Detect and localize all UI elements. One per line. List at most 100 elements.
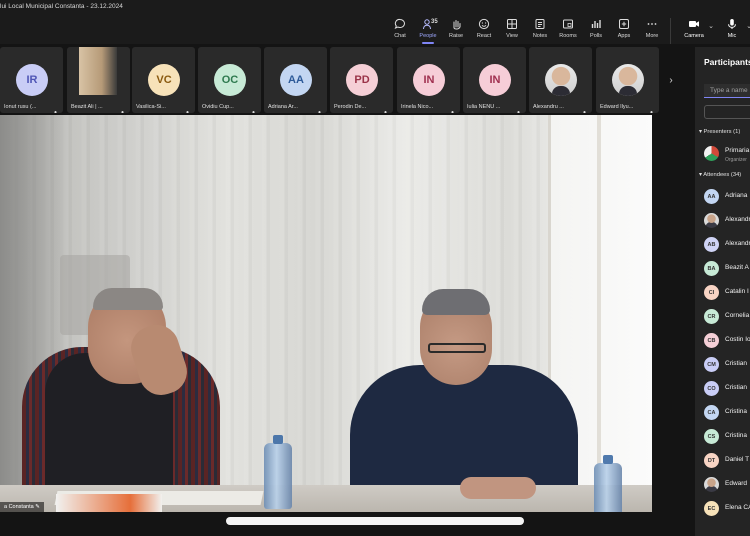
apps-add-icon: [618, 18, 630, 30]
more-label: More: [645, 33, 659, 39]
view-button[interactable]: View: [498, 18, 526, 44]
participant-tile[interactable]: IN Irinela Nico...: [397, 47, 460, 113]
attendee-row[interactable]: CI Catalin I: [704, 285, 750, 302]
attendee-avatar: [704, 477, 719, 492]
video-caption: a Constanta ✎: [0, 502, 44, 512]
participant-tile[interactable]: Beazit Ali | ...: [67, 47, 130, 113]
attendees-header-text: Attendees (34): [703, 172, 742, 178]
invite-field[interactable]: [704, 105, 750, 119]
rooms-button[interactable]: Rooms: [554, 18, 582, 44]
attendee-row[interactable]: CM Cristian: [704, 357, 750, 374]
presenter-row[interactable]: Primaria Organizer: [704, 146, 750, 163]
participant-name: Beazit Ali | ...: [71, 104, 103, 110]
attendee-avatar: DT: [704, 453, 719, 468]
mic-button[interactable]: Mic ⌄: [715, 18, 750, 44]
participant-name: Alexandru ...: [533, 104, 564, 110]
presenter-role: Organizer: [725, 157, 747, 163]
attendee-row[interactable]: AA Adriana: [704, 189, 750, 206]
attendee-name: Alexandr: [725, 240, 750, 247]
raise-label: Raise: [448, 33, 464, 39]
attendee-name: Cornelia: [725, 312, 750, 319]
attendee-row[interactable]: CB Costin Io: [704, 333, 750, 350]
react-button[interactable]: React: [470, 18, 498, 44]
participant-tile[interactable]: Alexandru ...: [529, 47, 592, 113]
notes-label: Notes: [532, 33, 548, 39]
rooms-label: Rooms: [559, 33, 577, 39]
participant-strip: IR Ionut rusu (... Beazit Ali | ... VC Vasil…: [0, 47, 690, 113]
attendee-row[interactable]: DT Daniel T: [704, 453, 750, 470]
speaker-left-hair: [93, 288, 163, 310]
polls-icon: [590, 18, 602, 30]
mic-muted-icon: [120, 104, 125, 113]
participant-tile[interactable]: OC Ovidiu Cup...: [198, 47, 261, 113]
attendee-avatar: CI: [704, 285, 719, 300]
attendee-row[interactable]: AB Alexandr: [704, 237, 750, 254]
meeting-toolbar: Chat 35 People Raise React View Notes Ro…: [386, 18, 750, 44]
attendee-name: Daniel T: [725, 456, 750, 463]
presenter-name: Primaria: [725, 147, 750, 154]
participant-name: Perodin De...: [334, 104, 367, 110]
camera-options-chevron-icon[interactable]: ⌄: [708, 22, 714, 30]
polls-button[interactable]: Polls: [582, 18, 610, 44]
mic-muted-icon: [582, 104, 587, 113]
camera-icon: [688, 18, 700, 30]
raise-hand-button[interactable]: Raise: [442, 18, 470, 44]
attendee-name: Alexandr: [725, 216, 750, 223]
attendee-name: Costin Io: [725, 336, 750, 343]
attendee-row[interactable]: Edward: [704, 477, 750, 494]
attendee-avatar: CA: [704, 405, 719, 420]
participant-name: Adriana Ar...: [268, 104, 298, 110]
participant-tile[interactable]: IN Iulia NENU ...: [463, 47, 526, 113]
participant-avatar: IR: [16, 64, 48, 96]
participant-name: Vasilica-Si...: [136, 104, 166, 110]
mic-options-chevron-icon[interactable]: ⌄: [746, 22, 750, 30]
attendee-avatar: BA: [704, 261, 719, 276]
notes-icon: [534, 18, 546, 30]
attendees-header[interactable]: ▾ Attendees (34): [699, 172, 741, 178]
main-video[interactable]: a Constanta ✎: [0, 115, 652, 512]
participant-tile[interactable]: PD Perodin De...: [330, 47, 393, 113]
attendee-avatar: EC: [704, 501, 719, 516]
mic-muted-icon: [450, 104, 455, 113]
participant-tile[interactable]: IR Ionut rusu (...: [0, 47, 63, 113]
attendee-row[interactable]: CS Cristina: [704, 429, 750, 446]
participant-tile[interactable]: VC Vasilica-Si...: [132, 47, 195, 113]
attendee-row[interactable]: BA Beazit A: [704, 261, 750, 278]
attendee-row[interactable]: EC Elena CA: [704, 501, 750, 518]
mic-label: Mic: [727, 33, 737, 39]
pin-icon: ✎: [35, 504, 40, 510]
attendee-name: Beazit A: [725, 264, 749, 271]
attendee-row[interactable]: CR Cornelia: [704, 309, 750, 326]
attendee-avatar: CB: [704, 333, 719, 348]
teams-meeting-window: lui Local Municipal Constanta - 23.12.20…: [0, 0, 750, 536]
rooms-icon: [562, 18, 574, 30]
apps-button[interactable]: Apps: [610, 18, 638, 44]
participant-tile[interactable]: Edward Ilyu...: [596, 47, 659, 113]
meeting-title: lui Local Municipal Constanta - 23.12.20…: [0, 3, 123, 10]
participant-avatar: VC: [148, 64, 180, 96]
video-caption-text: a Constanta: [4, 504, 34, 510]
attendee-row[interactable]: CA Cristina: [704, 405, 750, 422]
strip-next-chevron-icon[interactable]: ›: [664, 47, 678, 113]
participant-avatar: AA: [280, 64, 312, 96]
video-scrubber[interactable]: [226, 517, 524, 525]
participant-name: Irinela Nico...: [401, 104, 434, 110]
presenters-header[interactable]: ▾ Presenters (1): [699, 129, 740, 135]
attendee-name: Cristian: [725, 360, 748, 367]
more-button[interactable]: More: [638, 18, 666, 44]
attendee-row[interactable]: Alexandr: [704, 213, 750, 230]
mic-muted-icon: [383, 104, 388, 113]
chat-button[interactable]: Chat: [386, 18, 414, 44]
participant-photo: [79, 47, 117, 95]
camera-label: Camera: [684, 33, 704, 39]
mic-muted-icon: [649, 104, 654, 113]
attendee-avatar: CO: [704, 381, 719, 396]
notes-button[interactable]: Notes: [526, 18, 554, 44]
people-button[interactable]: 35 People: [414, 18, 442, 44]
water-bottle-right: [594, 455, 622, 512]
attendee-row[interactable]: CO Cristian: [704, 381, 750, 398]
participant-tile[interactable]: AA Adriana Ar...: [264, 47, 327, 113]
attendee-avatar: AB: [704, 237, 719, 252]
camera-button[interactable]: Camera ⌄: [677, 18, 714, 44]
presenter-avatar: [704, 146, 719, 161]
